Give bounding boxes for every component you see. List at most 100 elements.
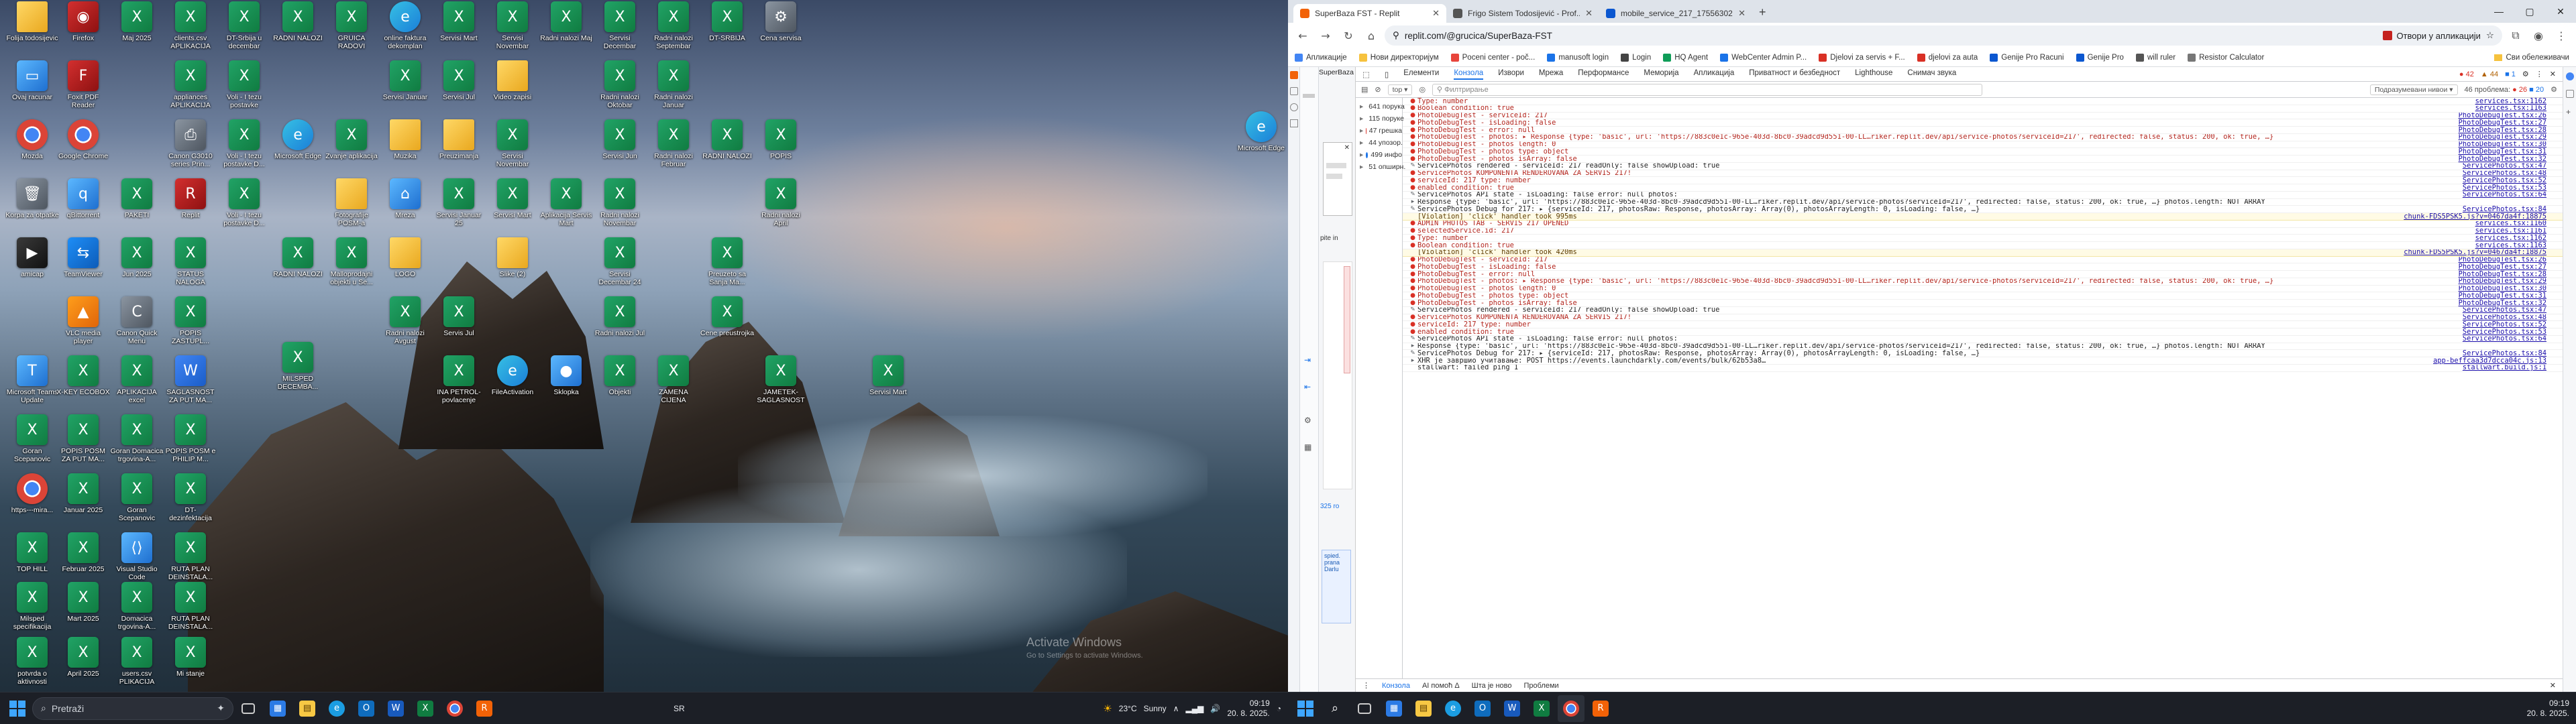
desktop-icon[interactable]: Video zapisi [486,60,539,117]
devtools-tab[interactable]: Мрежа [1539,69,1563,80]
task-view-icon[interactable] [235,695,262,722]
console-source-link[interactable]: chunk-FDS5PSK5.js?v=0467da4f:18875 [2404,213,2563,220]
warning-count-badge[interactable]: ▲ 44 [2481,70,2498,78]
taskbar-search[interactable]: ⌕ Pretraži ✦ [32,697,233,720]
console-sidebar-item[interactable]: ▸ 44 упозор. [1356,137,1403,149]
desktop-icon[interactable]: X Mi stanje [164,637,217,693]
desktop-icon[interactable]: ⚙ Cena servisa [754,1,808,58]
panel-arrow-icon[interactable]: ⇥ [1304,355,1311,365]
console-source-link[interactable]: ServicePhotos.tsx:84 [2463,350,2563,357]
console-source-link[interactable]: app-beffcaa3d7dcca04c.js:13 [2433,357,2563,364]
desktop-icon[interactable]: X Radni nalozi Februar [647,119,700,176]
chrome-taskbar-icon[interactable] [441,695,468,722]
devtools-tab[interactable]: Елементи [1403,69,1439,80]
panel-arrow-icon[interactable]: ⇤ [1304,382,1311,391]
console-row[interactable]: ▸ XHR је завршио учитавање: POST https://… [1403,357,2563,365]
console-source-link[interactable]: PhotoDebugTest.tsx:29 [2459,134,2563,141]
notification-bell-icon[interactable]: ◔ [1277,704,1281,713]
desktop-icon[interactable]: X INA PETROL- povlacenje [432,355,486,412]
console-sidebar-item[interactable]: ▸ 641 порука [1356,101,1405,113]
desktop-icon[interactable]: X Aplikacija Servis Mart [539,178,593,235]
desktop-icon[interactable]: X Zvanje aplikacija [325,119,378,176]
bookmark-star-icon[interactable]: ☆ [2486,30,2494,41]
desktop-icon[interactable]: X POPIS [754,119,808,176]
desktop-icon[interactable]: Fotografije POSM-a [325,178,378,235]
desktop-icon[interactable]: X Servis Jul [432,296,486,353]
console-source-link[interactable]: ServicePhotos.tsx:53 [2463,328,2563,335]
drawer-tab[interactable]: AI помоћ Δ [1422,682,1460,690]
devtools-tab[interactable]: Приватност и безбедност [1749,69,1840,80]
tools-icon[interactable] [1290,119,1298,127]
devtools-tab[interactable]: Перформансе [1578,69,1629,80]
desktop-icon[interactable]: X Servisi Mart [861,355,915,412]
file-explorer-icon[interactable]: ▤ [1410,695,1437,722]
desktop-icon[interactable]: C Canon Quick Menu [110,296,164,353]
desktop-icon[interactable]: X Goran Scepanovic [5,414,59,471]
search-icon[interactable]: ⌕ [1322,695,1348,722]
console-source-link[interactable]: ServicePhotos.tsx:64 [2463,336,2563,343]
console-source-link[interactable]: ServicePhotos.tsx:48 [2463,314,2563,321]
desktop-icon[interactable]: T Microsoft Teams Update [5,355,59,412]
desktop-icon[interactable]: X Servisi Jun [593,119,647,176]
console-source-link[interactable]: chunk-FDS5PSK5.js?v=0467da4f:18875 [2404,249,2563,256]
panel-gear-icon[interactable]: ⚙ [1304,416,1311,425]
desktop-icon[interactable]: ▶ amicap [5,237,59,294]
desktop-icon[interactable]: X Voli - I tezu postavke D... [217,178,271,235]
desktop-icon[interactable]: X RADNI NALOZI [271,1,325,58]
desktop-icon[interactable]: q qBittorrent [56,178,110,235]
desktop-icon[interactable]: X April 2025 [56,637,110,693]
bookmark-item[interactable]: Login [1621,53,1651,62]
desktop-icon[interactable]: Google Chrome [56,119,110,176]
desktop-icon[interactable]: X DT-SRBIJA [700,1,754,58]
close-tab-icon[interactable]: ✕ [1432,8,1440,19]
console-row[interactable]: ● selectedService.id: 217 services.tsx:116… [1403,228,2563,235]
console-source-link[interactable]: ServicePhotos.tsx:48 [2463,170,2563,177]
desktop-icon[interactable]: X DT-Srbija u decembar [217,1,271,58]
desktop-icon[interactable]: ▲ VLC media player [56,296,110,353]
desktop-icon[interactable]: e FileActivation [486,355,539,412]
desktop-icon[interactable]: X POPIS POSM e PHILIP M... [164,414,217,471]
levels-select[interactable]: Подразумевани нивои ▾ [2369,84,2458,95]
chrome-taskbar-icon[interactable] [1558,695,1585,722]
desktop-icon[interactable]: X Radni nalozi April [754,178,808,235]
desktop-icon[interactable]: W SAGLASNOST ZA PUT MA... [164,355,217,412]
console-row[interactable]: ● Type: number services.tsx:1162 [1403,98,2563,105]
device-toolbar-icon[interactable]: ▯ [1385,70,1389,79]
panel-grid-icon[interactable]: ▦ [1304,442,1311,452]
desktop-icon[interactable]: X Radni nalozi Avgust [378,296,432,353]
desktop-icon[interactable]: e Microsoft Edge [1234,111,1288,168]
console-source-link[interactable]: services.tsx:1161 [2475,228,2563,235]
edge-taskbar-icon[interactable]: e [323,695,350,722]
desktop-icon[interactable]: X Voli - I tezu postavke D... [217,119,271,176]
bookmark-item[interactable]: Djelovi za servis + F... [1819,53,1905,62]
bookmark-item[interactable]: HQ Agent [1663,53,1708,62]
info-count-badge[interactable]: ■ 1 [2505,70,2516,78]
start-button[interactable] [1293,697,1318,721]
desktop-icon[interactable]: Preuzimanja [432,119,486,176]
close-devtools-icon[interactable]: ✕ [2550,70,2556,78]
console-source-link[interactable]: PhotoDebugTest.tsx:27 [2459,119,2563,126]
close-drawer-icon[interactable]: ✕ [2550,681,2556,690]
replit-taskbar-icon[interactable]: R [1587,695,1614,722]
desktop-icon[interactable]: X POPIS ZASTUPL... [164,296,217,353]
replit-taskbar-icon[interactable]: R [471,695,498,722]
minimize-icon[interactable]: — [2483,0,2514,23]
issues-summary[interactable]: 46 проблема: ● 26 ■ 20 [2465,86,2544,94]
desktop-icon[interactable]: X Goran Scepanovic [110,473,164,530]
desktop-icon[interactable]: X PAKETI [110,178,164,235]
desktop-icon[interactable]: X Radni nalozi Novembar [593,178,647,235]
desktop-icon[interactable]: X Servisi Novembar [486,1,539,58]
desktop-icon[interactable]: X Objekti [593,355,647,412]
error-count-badge[interactable]: ● 42 [2459,70,2474,78]
site-info-icon[interactable]: ⚲ [1393,30,1399,41]
desktop-icon[interactable]: Muzika [378,119,432,176]
close-icon[interactable]: ✕ [1344,144,1350,152]
bookmark-item[interactable]: djelovi za auta [1917,53,1978,62]
desktop-icon[interactable]: ▭ Ovaj racunar [5,60,59,117]
word-taskbar-icon[interactable]: W [1499,695,1525,722]
desktop-icon[interactable]: X Radni nalozi Oktobar [593,60,647,117]
desktop-icon[interactable]: X Servisi Januar 25 [432,178,486,235]
context-select[interactable]: top ▾ [1387,84,1413,95]
desktop-icon[interactable]: Slike (2) [486,237,539,294]
desktop-icon[interactable]: X RUTA PLAN DEINSTALA... [164,532,217,589]
